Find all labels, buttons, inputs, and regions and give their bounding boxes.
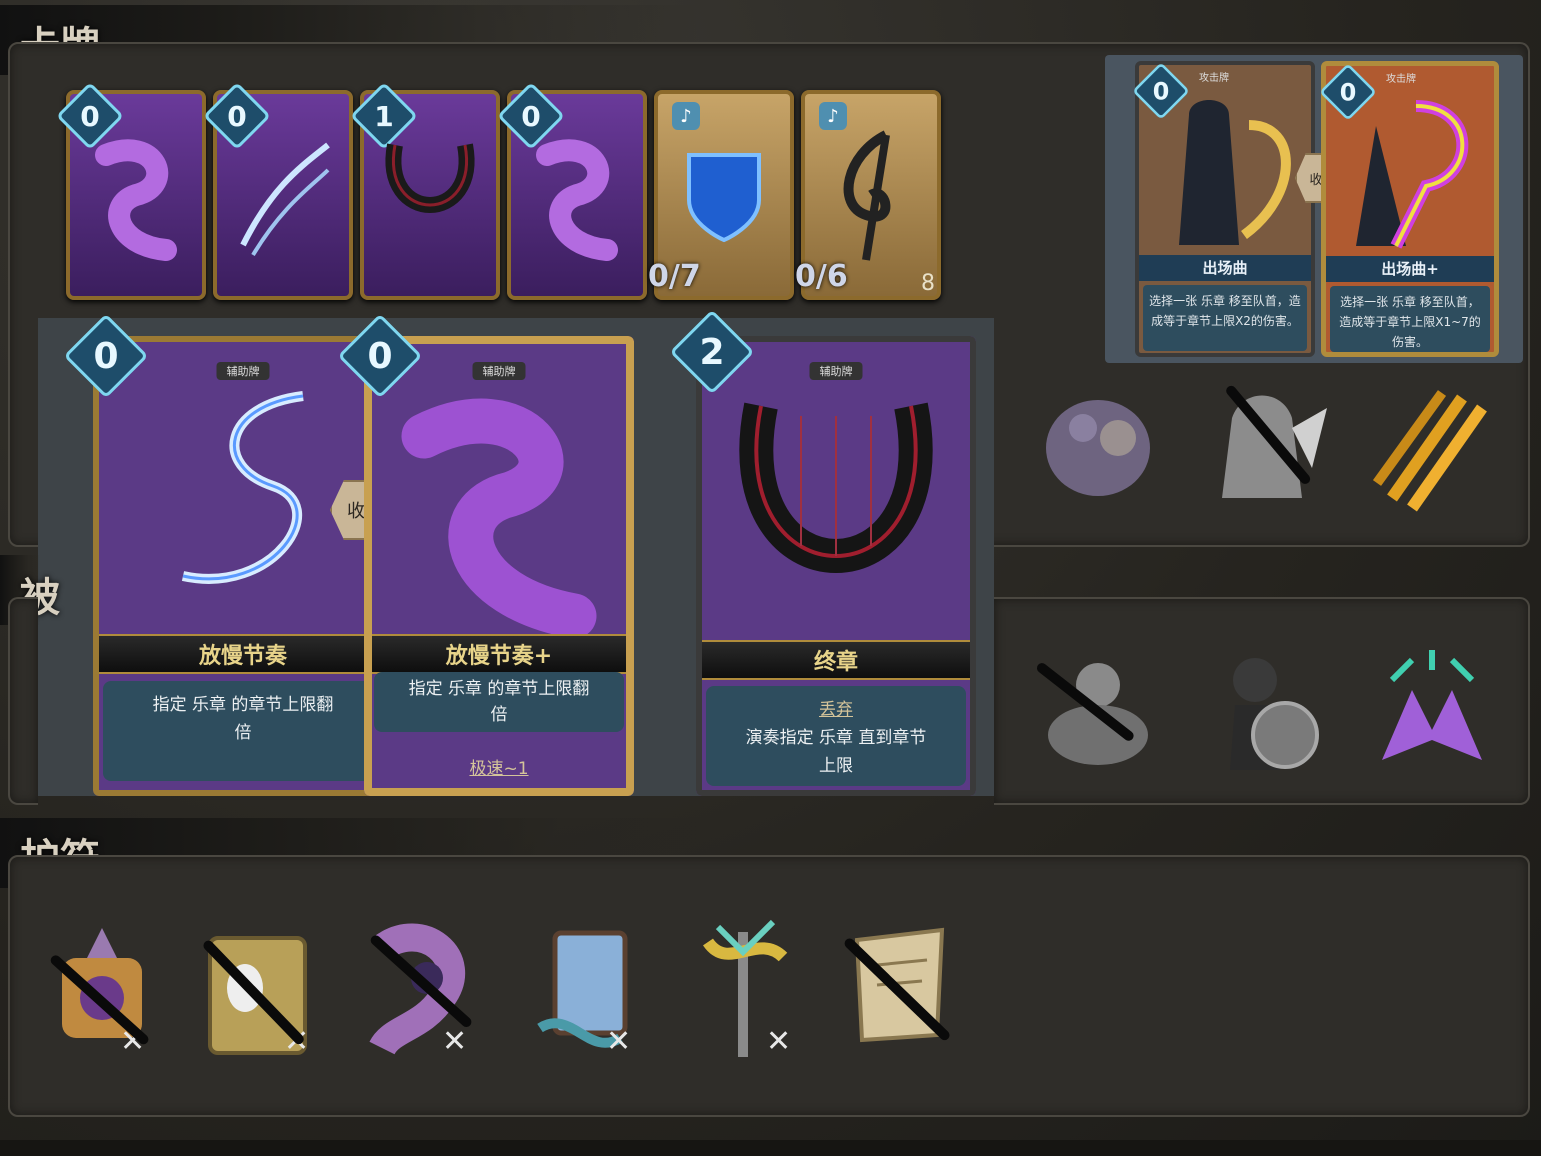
card-keyword[interactable]: 极速~1 <box>364 754 634 779</box>
enemy-portrait[interactable] <box>1192 378 1332 518</box>
purple-swirl-icon <box>401 398 597 636</box>
enemy-portrait[interactable] <box>1362 640 1502 780</box>
mini-card-2[interactable]: 0 <box>203 82 353 300</box>
dark-lyre-icon <box>385 143 475 213</box>
mini-card-3[interactable]: 1 <box>350 82 500 300</box>
lightning-swirl-icon <box>181 391 304 584</box>
desc-line-1: 指定 乐章 的章节上限翻 <box>152 695 334 715</box>
compress-arrows-icon: ✕ <box>606 1024 632 1059</box>
desc-line-1: 指定 乐章 的章节上限翻 <box>408 679 590 699</box>
music-note-icon: ♪ <box>672 102 700 130</box>
desc-line-2: 上限 <box>819 756 853 776</box>
big-card-slow-tempo[interactable]: 辅助牌 放慢节奏 指定 乐章 的章节上限翻 倍 <box>93 336 393 796</box>
card-keyword[interactable]: 丢弃 <box>714 696 958 724</box>
card-name: 放慢节奏 <box>93 634 393 674</box>
card-description: 指定 乐章 的章节上限翻 倍 <box>374 672 624 732</box>
mini-card-1[interactable]: 0 <box>56 82 206 300</box>
mini-card-4[interactable]: 0 <box>497 82 647 300</box>
game-collection-screen: 卡牌 0 0 1 0 ♪ 0/7 ♪ 0/6 8 <box>0 0 1541 1156</box>
desc-line-2: 倍 <box>490 705 508 725</box>
mini-card-6[interactable]: ♪ 0/6 8 <box>795 90 941 300</box>
card-type-label: 攻击牌 <box>1199 73 1229 84</box>
card-type-label: 攻击牌 <box>1386 74 1416 85</box>
enemy-portrait[interactable] <box>1028 378 1168 518</box>
rainbow-note-icon <box>1356 100 1469 249</box>
compress-arrows-icon: ✕ <box>766 1024 792 1059</box>
amulet-slot[interactable]: ✕ <box>42 918 162 1068</box>
tooltip-card-popup: 0 攻击牌 出场曲 选择一张 乐章 移至队首，造成等于章节上限X2的伤害。 收起… <box>1105 55 1523 363</box>
card-detail-overlay: 辅助牌 放慢节奏 指定 乐章 的章节上限翻 倍 0 收起 辅助牌 放慢节奏+ 指… <box>38 309 994 796</box>
desc-line-1: 演奏指定 乐章 直到章节 <box>745 728 927 748</box>
dark-lyre-icon <box>739 402 933 573</box>
bottom-edge <box>0 1140 1541 1156</box>
card-name: 出场曲+ <box>1326 256 1494 282</box>
card-description: 选择一张 乐章 移至队首，造成等于章节上限X2的伤害。 <box>1143 285 1307 351</box>
hooded-musician-icon <box>1179 100 1291 245</box>
card-name: 出场曲 <box>1139 255 1311 281</box>
purple-swirl-icon <box>95 139 177 261</box>
card-description: 丢弃 演奏指定 乐章 直到章节 上限 <box>706 686 966 786</box>
purple-swirl-icon <box>536 139 618 261</box>
tooltip-card-1[interactable]: 0 攻击牌 出场曲 选择一张 乐章 移至队首，造成等于章节上限X2的伤害。 <box>1132 61 1315 357</box>
star-count: 8 <box>921 271 935 296</box>
progress-counter: 0/7 <box>648 259 701 294</box>
card-name: 终章 <box>696 640 976 680</box>
enemy-portrait[interactable] <box>1362 378 1502 518</box>
desc-line-2: 倍 <box>234 723 252 743</box>
big-card-finale[interactable]: 辅助牌 终章 丢弃 演奏指定 乐章 直到章节 上限 <box>696 336 976 796</box>
blue-shield-icon <box>687 153 761 243</box>
card-description: 选择一张 乐章 移至队首，造成等于章节上限X1~7的伤害。 <box>1330 286 1490 352</box>
card-name: 放慢节奏+ <box>364 634 634 674</box>
tooltip-card-2[interactable]: 0 攻击牌 出场曲+ 选择一张 乐章 移至队首，造成等于章节上限X1~7的伤害。 <box>1319 61 1499 357</box>
wind-slash-icon <box>240 142 330 257</box>
compress-arrows-icon: ✕ <box>442 1024 468 1059</box>
progress-counter: 0/6 <box>795 259 848 294</box>
blessing-panel-left <box>8 597 38 805</box>
amulet-slot[interactable]: ✕ <box>530 918 650 1068</box>
mini-card-5[interactable]: ♪ 0/7 <box>648 90 794 300</box>
amulet-slot[interactable]: ✕ <box>688 912 808 1062</box>
card-description: 指定 乐章 的章节上限翻 倍 <box>103 681 383 781</box>
big-card-slow-tempo-plus[interactable]: 辅助牌 放慢节奏+ 指定 乐章 的章节上限翻 倍 极速~1 <box>364 336 634 796</box>
dark-scythe-icon <box>843 130 891 261</box>
enemy-portrait[interactable] <box>1195 640 1335 780</box>
